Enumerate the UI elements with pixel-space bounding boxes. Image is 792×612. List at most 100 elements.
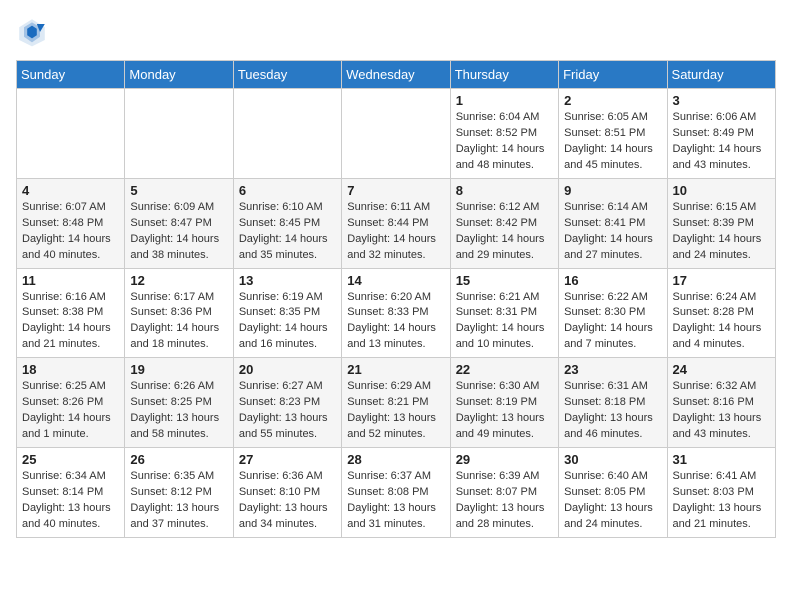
day-info: Sunrise: 6:24 AM Sunset: 8:28 PM Dayligh… <box>673 290 770 354</box>
day-info: Sunrise: 6:16 AM Sunset: 8:38 PM Dayligh… <box>22 290 119 354</box>
day-number: 13 <box>239 273 336 288</box>
day-info: Sunrise: 6:05 AM Sunset: 8:51 PM Dayligh… <box>564 110 661 174</box>
calendar-cell <box>125 89 233 179</box>
calendar-table: SundayMondayTuesdayWednesdayThursdayFrid… <box>16 60 776 538</box>
calendar-cell <box>233 89 341 179</box>
calendar-cell: 4 Sunrise: 6:07 AM Sunset: 8:48 PM Daylig… <box>17 178 125 268</box>
calendar-week-row: 11 Sunrise: 6:16 AM Sunset: 8:38 PM Dayli… <box>17 268 776 358</box>
day-number: 17 <box>673 273 770 288</box>
day-info: Sunrise: 6:37 AM Sunset: 8:08 PM Dayligh… <box>347 469 444 533</box>
day-number: 31 <box>673 452 770 467</box>
day-info: Sunrise: 6:25 AM Sunset: 8:26 PM Dayligh… <box>22 379 119 443</box>
day-info: Sunrise: 6:15 AM Sunset: 8:39 PM Dayligh… <box>673 200 770 264</box>
calendar-cell: 28 Sunrise: 6:37 AM Sunset: 8:08 PM Dayli… <box>342 448 450 538</box>
calendar-cell: 3 Sunrise: 6:06 AM Sunset: 8:49 PM Daylig… <box>667 89 775 179</box>
day-info: Sunrise: 6:26 AM Sunset: 8:25 PM Dayligh… <box>130 379 227 443</box>
logo <box>16 16 52 48</box>
day-number: 5 <box>130 183 227 198</box>
weekday-header-friday: Friday <box>559 61 667 89</box>
calendar-cell: 11 Sunrise: 6:16 AM Sunset: 8:38 PM Dayli… <box>17 268 125 358</box>
day-number: 30 <box>564 452 661 467</box>
day-info: Sunrise: 6:31 AM Sunset: 8:18 PM Dayligh… <box>564 379 661 443</box>
page-header <box>16 16 776 48</box>
day-info: Sunrise: 6:34 AM Sunset: 8:14 PM Dayligh… <box>22 469 119 533</box>
calendar-cell: 9 Sunrise: 6:14 AM Sunset: 8:41 PM Daylig… <box>559 178 667 268</box>
day-number: 12 <box>130 273 227 288</box>
calendar-week-row: 4 Sunrise: 6:07 AM Sunset: 8:48 PM Daylig… <box>17 178 776 268</box>
calendar-cell: 31 Sunrise: 6:41 AM Sunset: 8:03 PM Dayli… <box>667 448 775 538</box>
weekday-header-saturday: Saturday <box>667 61 775 89</box>
weekday-header-sunday: Sunday <box>17 61 125 89</box>
calendar-week-row: 18Sunrise: 6:25 AM Sunset: 8:26 PM Dayli… <box>17 358 776 448</box>
day-info: Sunrise: 6:07 AM Sunset: 8:48 PM Dayligh… <box>22 200 119 264</box>
calendar-cell: 10 Sunrise: 6:15 AM Sunset: 8:39 PM Dayli… <box>667 178 775 268</box>
day-info: Sunrise: 6:35 AM Sunset: 8:12 PM Dayligh… <box>130 469 227 533</box>
day-info: Sunrise: 6:41 AM Sunset: 8:03 PM Dayligh… <box>673 469 770 533</box>
weekday-header-wednesday: Wednesday <box>342 61 450 89</box>
day-number: 9 <box>564 183 661 198</box>
day-info: Sunrise: 6:19 AM Sunset: 8:35 PM Dayligh… <box>239 290 336 354</box>
calendar-cell: 19 Sunrise: 6:26 AM Sunset: 8:25 PM Dayli… <box>125 358 233 448</box>
calendar-cell: 18Sunrise: 6:25 AM Sunset: 8:26 PM Dayli… <box>17 358 125 448</box>
calendar-cell: 14Sunrise: 6:20 AM Sunset: 8:33 PM Dayli… <box>342 268 450 358</box>
day-info: Sunrise: 6:11 AM Sunset: 8:44 PM Dayligh… <box>347 200 444 264</box>
day-number: 19 <box>130 362 227 377</box>
day-info: Sunrise: 6:21 AM Sunset: 8:31 PM Dayligh… <box>456 290 553 354</box>
day-number: 27 <box>239 452 336 467</box>
day-info: Sunrise: 6:17 AM Sunset: 8:36 PM Dayligh… <box>130 290 227 354</box>
day-number: 20 <box>239 362 336 377</box>
calendar-cell: 15 Sunrise: 6:21 AM Sunset: 8:31 PM Dayli… <box>450 268 558 358</box>
calendar-cell: 6 Sunrise: 6:10 AM Sunset: 8:45 PM Daylig… <box>233 178 341 268</box>
day-info: Sunrise: 6:39 AM Sunset: 8:07 PM Dayligh… <box>456 469 553 533</box>
day-info: Sunrise: 6:29 AM Sunset: 8:21 PM Dayligh… <box>347 379 444 443</box>
logo-icon <box>16 16 48 48</box>
day-info: Sunrise: 6:40 AM Sunset: 8:05 PM Dayligh… <box>564 469 661 533</box>
day-number: 22 <box>456 362 553 377</box>
day-info: Sunrise: 6:04 AM Sunset: 8:52 PM Dayligh… <box>456 110 553 174</box>
day-number: 7 <box>347 183 444 198</box>
day-info: Sunrise: 6:22 AM Sunset: 8:30 PM Dayligh… <box>564 290 661 354</box>
day-info: Sunrise: 6:30 AM Sunset: 8:19 PM Dayligh… <box>456 379 553 443</box>
day-number: 26 <box>130 452 227 467</box>
day-number: 15 <box>456 273 553 288</box>
day-number: 11 <box>22 273 119 288</box>
day-number: 4 <box>22 183 119 198</box>
day-info: Sunrise: 6:06 AM Sunset: 8:49 PM Dayligh… <box>673 110 770 174</box>
page-container: SundayMondayTuesdayWednesdayThursdayFrid… <box>16 16 776 538</box>
calendar-cell <box>17 89 125 179</box>
calendar-cell: 8 Sunrise: 6:12 AM Sunset: 8:42 PM Daylig… <box>450 178 558 268</box>
calendar-cell: 17 Sunrise: 6:24 AM Sunset: 8:28 PM Dayli… <box>667 268 775 358</box>
calendar-cell: 1 Sunrise: 6:04 AM Sunset: 8:52 PM Daylig… <box>450 89 558 179</box>
calendar-cell: 20 Sunrise: 6:27 AM Sunset: 8:23 PM Dayli… <box>233 358 341 448</box>
day-number: 6 <box>239 183 336 198</box>
day-number: 8 <box>456 183 553 198</box>
calendar-cell: 22 Sunrise: 6:30 AM Sunset: 8:19 PM Dayli… <box>450 358 558 448</box>
calendar-cell: 12 Sunrise: 6:17 AM Sunset: 8:36 PM Dayli… <box>125 268 233 358</box>
day-number: 1 <box>456 93 553 108</box>
day-number: 23 <box>564 362 661 377</box>
calendar-week-row: 1 Sunrise: 6:04 AM Sunset: 8:52 PM Daylig… <box>17 89 776 179</box>
day-info: Sunrise: 6:12 AM Sunset: 8:42 PM Dayligh… <box>456 200 553 264</box>
day-number: 14 <box>347 273 444 288</box>
calendar-cell: 2Sunrise: 6:05 AM Sunset: 8:51 PM Daylig… <box>559 89 667 179</box>
day-info: Sunrise: 6:14 AM Sunset: 8:41 PM Dayligh… <box>564 200 661 264</box>
calendar-cell: 25 Sunrise: 6:34 AM Sunset: 8:14 PM Dayli… <box>17 448 125 538</box>
day-info: Sunrise: 6:27 AM Sunset: 8:23 PM Dayligh… <box>239 379 336 443</box>
weekday-header-tuesday: Tuesday <box>233 61 341 89</box>
weekday-header-row: SundayMondayTuesdayWednesdayThursdayFrid… <box>17 61 776 89</box>
calendar-cell: 27Sunrise: 6:36 AM Sunset: 8:10 PM Dayli… <box>233 448 341 538</box>
day-number: 3 <box>673 93 770 108</box>
calendar-week-row: 25 Sunrise: 6:34 AM Sunset: 8:14 PM Dayli… <box>17 448 776 538</box>
day-number: 28 <box>347 452 444 467</box>
calendar-cell: 24Sunrise: 6:32 AM Sunset: 8:16 PM Dayli… <box>667 358 775 448</box>
day-number: 21 <box>347 362 444 377</box>
day-info: Sunrise: 6:10 AM Sunset: 8:45 PM Dayligh… <box>239 200 336 264</box>
day-number: 25 <box>22 452 119 467</box>
weekday-header-thursday: Thursday <box>450 61 558 89</box>
calendar-cell: 21 Sunrise: 6:29 AM Sunset: 8:21 PM Dayli… <box>342 358 450 448</box>
day-number: 29 <box>456 452 553 467</box>
day-number: 10 <box>673 183 770 198</box>
calendar-cell: 30 Sunrise: 6:40 AM Sunset: 8:05 PM Dayli… <box>559 448 667 538</box>
calendar-cell <box>342 89 450 179</box>
calendar-cell: 13 Sunrise: 6:19 AM Sunset: 8:35 PM Dayli… <box>233 268 341 358</box>
